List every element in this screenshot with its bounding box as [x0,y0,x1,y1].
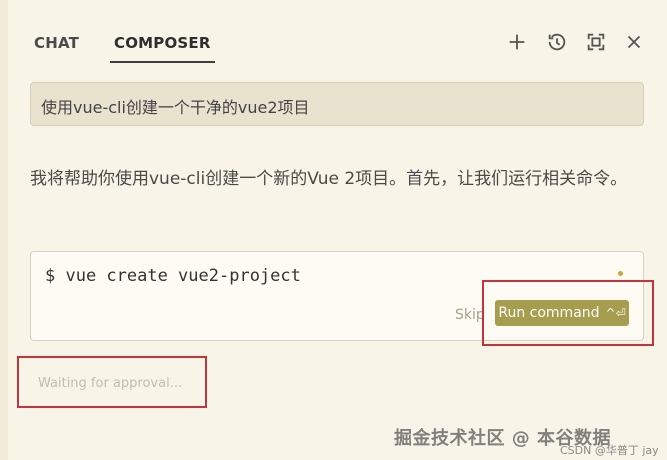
tab-composer[interactable]: COMPOSER [110,34,215,63]
assistant-message: 我将帮助你使用vue-cli创建一个新的Vue 2项目。首先，让我们运行相关命令… [30,169,628,189]
run-command-label: Run command [498,305,600,321]
close-icon[interactable] [622,30,646,54]
run-command-button[interactable]: Run command ^⏎ [495,300,629,326]
skip-button[interactable]: Skip [455,307,485,323]
user-prompt: 使用vue-cli创建一个干净的vue2项目 [30,82,644,126]
active-tab-underline [110,61,215,63]
run-shortcut-hint: ^⏎ [605,306,626,320]
waiting-status: Waiting for approval... [38,376,183,391]
command-text: $ vue create vue2-project [45,266,301,286]
command-card: $ vue create vue2-project Skip Run comma… [30,251,644,341]
tab-chat[interactable]: CHAT [34,34,79,52]
status-dot [618,271,623,276]
watermark-sub: CSDN @华普丁 jay [560,444,659,457]
plus-icon[interactable] [505,30,529,54]
maximize-icon[interactable] [584,30,608,54]
left-edge [0,0,8,460]
tab-composer-label: COMPOSER [114,34,211,52]
history-icon[interactable] [545,30,569,54]
